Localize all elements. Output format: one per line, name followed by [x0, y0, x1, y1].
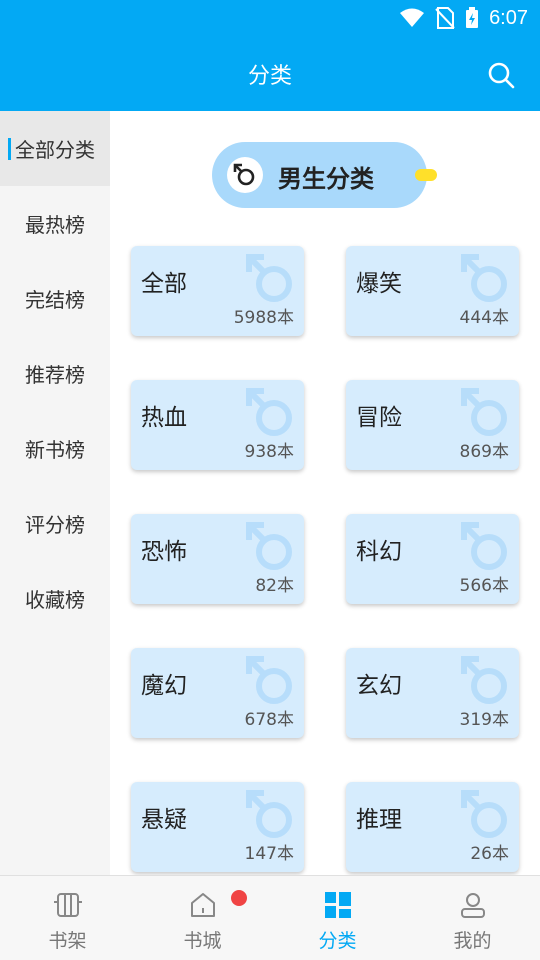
category-count: 938本	[244, 442, 294, 462]
category-name: 热血	[141, 405, 187, 431]
category-count: 678本	[244, 710, 294, 730]
search-icon[interactable]	[486, 60, 516, 90]
category-card-fantasy[interactable]: 玄幻 319本	[346, 648, 519, 738]
nav-category[interactable]: 分类	[270, 876, 405, 960]
category-card-comedy[interactable]: 爆笑 444本	[346, 246, 519, 336]
sidebar-item-completed[interactable]: 完结榜	[0, 261, 110, 336]
category-name: 科幻	[356, 539, 402, 565]
category-count: 82本	[255, 576, 294, 596]
category-count: 26本	[470, 844, 509, 864]
category-card-adventure[interactable]: 冒险 869本	[346, 380, 519, 470]
male-watermark-icon	[246, 790, 292, 838]
page-title: 分类	[247, 64, 292, 89]
male-watermark-icon	[461, 254, 507, 302]
category-card-magic[interactable]: 魔幻 678本	[131, 648, 304, 738]
male-watermark-icon	[246, 656, 292, 704]
status-time: 6:07	[489, 6, 528, 29]
status-bar: 6:07	[0, 0, 540, 36]
category-name: 玄幻	[356, 673, 402, 699]
gender-toggle[interactable]: 男生分类	[212, 142, 427, 208]
battery-charging-icon	[466, 7, 479, 28]
gender-label: 男生分类	[278, 165, 374, 193]
sidebar-item-label: 新书榜	[25, 438, 85, 462]
male-watermark-icon	[461, 790, 507, 838]
user-icon	[460, 893, 485, 918]
category-name: 推理	[356, 807, 402, 833]
male-watermark-icon	[461, 388, 507, 436]
status-icons: 6:07	[399, 4, 528, 32]
sidebar-item-label: 全部分类	[15, 138, 95, 162]
category-count: 566本	[459, 576, 509, 596]
nav-profile[interactable]: 我的	[405, 876, 540, 960]
sidebar-item-rating[interactable]: 评分榜	[0, 486, 110, 561]
sidebar: 全部分类 最热榜 完结榜 推荐榜 新书榜 评分榜 收藏榜	[0, 111, 110, 875]
nav-label: 书城	[183, 930, 222, 952]
sidebar-item-all-categories[interactable]: 全部分类	[0, 111, 110, 186]
category-count: 444本	[459, 308, 509, 328]
app-header: 分类	[0, 36, 540, 111]
category-card-all[interactable]: 全部 5988本	[131, 246, 304, 336]
sidebar-item-label: 最热榜	[25, 213, 85, 237]
sidebar-item-label: 收藏榜	[25, 588, 85, 612]
category-grid-icon	[324, 892, 351, 918]
category-count: 147本	[244, 844, 294, 864]
sidebar-item-recommended[interactable]: 推荐榜	[0, 336, 110, 411]
home-icon	[190, 893, 215, 917]
sidebar-item-label: 完结榜	[25, 288, 85, 312]
nav-label: 书架	[48, 930, 87, 952]
category-card-suspense[interactable]: 悬疑 147本	[131, 782, 304, 872]
sidebar-item-label: 推荐榜	[25, 363, 85, 387]
category-card-action[interactable]: 热血 938本	[131, 380, 304, 470]
indicator-dot	[415, 169, 437, 181]
notification-badge	[231, 890, 247, 906]
wifi-icon	[400, 8, 425, 27]
nav-bookstore[interactable]: 书城	[135, 876, 270, 960]
bookshelf-icon	[53, 893, 82, 917]
category-name: 全部	[141, 271, 187, 297]
category-name: 冒险	[356, 405, 402, 431]
category-name: 悬疑	[141, 807, 187, 833]
category-card-scifi[interactable]: 科幻 566本	[346, 514, 519, 604]
category-card-horror[interactable]: 恐怖 82本	[131, 514, 304, 604]
male-watermark-icon	[461, 656, 507, 704]
sidebar-item-label: 评分榜	[25, 513, 85, 537]
category-count: 5988本	[233, 308, 294, 328]
category-count: 869本	[459, 442, 509, 462]
sidebar-item-new-books[interactable]: 新书榜	[0, 411, 110, 486]
nav-bookshelf[interactable]: 书架	[0, 876, 135, 960]
sidebar-item-hottest[interactable]: 最热榜	[0, 186, 110, 261]
male-watermark-icon	[461, 522, 507, 570]
category-name: 爆笑	[356, 271, 402, 297]
male-badge	[227, 157, 263, 193]
no-sim-icon	[435, 7, 455, 29]
category-count: 319本	[459, 710, 509, 730]
category-card-mystery[interactable]: 推理 26本	[346, 782, 519, 872]
sidebar-item-favorites[interactable]: 收藏榜	[0, 561, 110, 636]
category-panel: 男生分类 全部 5988本 爆笑 444本 热血 938本 冒险 869本 恐怖…	[110, 111, 540, 875]
category-name: 恐怖	[141, 539, 187, 565]
category-name: 魔幻	[141, 673, 187, 699]
nav-label: 分类	[318, 930, 357, 952]
bottom-nav: 书架 书城 分类 我的	[0, 875, 540, 960]
male-watermark-icon	[246, 522, 292, 570]
nav-label: 我的	[453, 930, 492, 952]
male-watermark-icon	[246, 388, 292, 436]
male-icon	[233, 163, 255, 186]
male-watermark-icon	[246, 254, 292, 302]
